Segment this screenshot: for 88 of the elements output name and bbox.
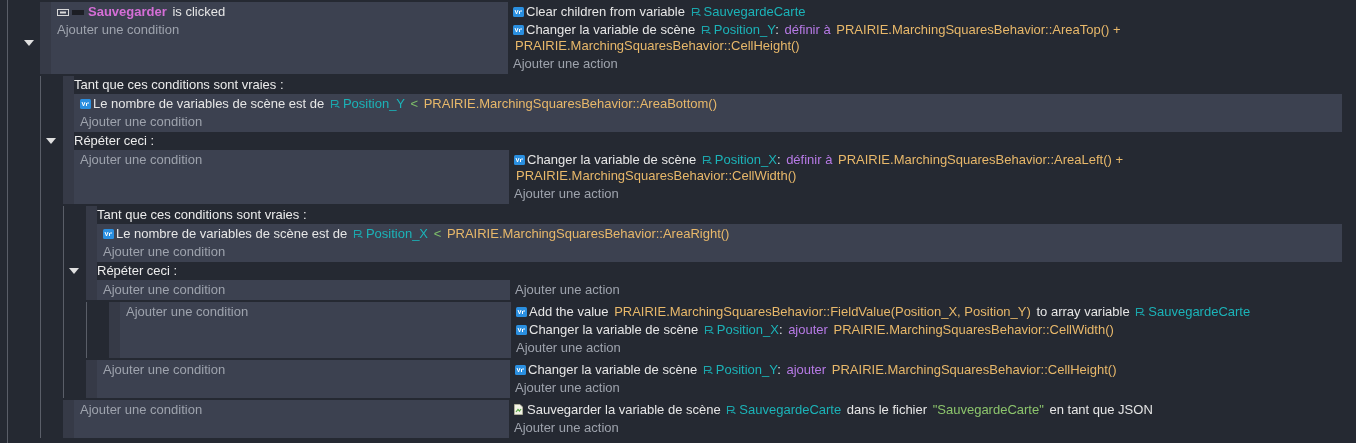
collapse-arrow-icon[interactable] [24, 40, 34, 46]
collapse-arrow-icon[interactable] [69, 268, 79, 274]
instruction-text: : [775, 22, 779, 37]
variable-reference-icon [352, 229, 363, 239]
variable-reference-icon [701, 155, 712, 165]
event-handle[interactable] [63, 400, 74, 438]
variable-name: Position_X [365, 226, 429, 241]
variable-reference-icon [703, 325, 714, 335]
variable-icon [516, 325, 527, 335]
add-link[interactable]: Ajouter une condition [57, 22, 180, 37]
variable-icon [515, 365, 526, 375]
variable-name: SauvegardeCarte [703, 4, 806, 19]
instruction-text: en tant que JSON [1049, 402, 1153, 417]
variable-name: Position_Y [342, 96, 405, 111]
add-link[interactable]: Ajouter une condition [126, 304, 249, 319]
instruction-text: Changer la variable de scène [528, 362, 698, 377]
instruction-text: Add the value [529, 304, 609, 319]
variable-reference-icon [1135, 307, 1146, 317]
add-link[interactable]: Ajouter une action [514, 186, 619, 201]
variable-icon [513, 7, 524, 17]
expression-text: PRAIRIE.MarchingSquaresBehavior::CellHeight() [831, 362, 1117, 377]
instruction-text: : [777, 362, 781, 377]
instruction-text: Le nombre de variables de scène est de [93, 96, 325, 111]
add-link[interactable]: Ajouter une action [516, 340, 621, 355]
repeat-header: Répéter ceci : [97, 263, 178, 278]
variable-icon [514, 155, 525, 165]
variable-reference-icon [690, 7, 701, 17]
instruction-text: Le nombre de variables de scène est de [116, 226, 348, 241]
file-icon [514, 404, 523, 415]
add-link[interactable]: Ajouter une condition [103, 282, 226, 297]
expression-text: PRAIRIE.MarchingSquaresBehavior::CellWidth() [833, 322, 1114, 337]
collapse-arrow-icon[interactable] [46, 138, 56, 144]
variable-reference-icon [700, 25, 711, 35]
add-link[interactable]: Ajouter une action [514, 420, 619, 435]
variable-name: SauvegardeCarte [739, 402, 842, 417]
operation-keyword: ajouter [788, 322, 828, 337]
add-link[interactable]: Ajouter une condition [80, 402, 203, 417]
variable-name: Position_X [714, 152, 777, 167]
instruction-text: : [778, 322, 783, 337]
instruction-text: dans le fichier [846, 402, 928, 417]
add-link[interactable]: Ajouter une condition [80, 114, 203, 129]
add-link[interactable]: Ajouter une condition [80, 152, 203, 167]
operation-keyword: ajouter [786, 362, 827, 377]
expression-text: PRAIRIE.MarchingSquaresBehavior::CellWidth() [516, 168, 797, 183]
variable-name: Position_X [716, 322, 779, 337]
variable-reference-icon [726, 405, 737, 415]
repeat-header: Répéter ceci : [74, 133, 155, 148]
instruction-text: Changer la variable de scène [529, 322, 699, 337]
variable-icon [513, 25, 524, 35]
instruction-text: Clear children from variable [526, 4, 685, 19]
variable-icon [103, 229, 114, 239]
operation-keyword: définir à [784, 22, 831, 37]
event-handle[interactable] [86, 360, 97, 398]
event-handle[interactable] [109, 302, 120, 358]
add-link[interactable]: Ajouter une condition [103, 244, 226, 259]
expression-text: PRAIRIE.MarchingSquaresBehavior::AreaTop() + [836, 22, 1121, 37]
expression-text: PRAIRIE.MarchingSquaresBehavior::FieldValue(Position_X, Position_Y) [614, 304, 1031, 319]
button-icon [57, 9, 69, 16]
string-value: "SauvegardeCarte" [932, 402, 1044, 417]
object-thumbnail [72, 10, 84, 15]
expression-text: PRAIRIE.MarchingSquaresBehavior::AreaBottom() [423, 96, 717, 111]
variable-icon [516, 307, 527, 317]
instruction-text: to array variable [1036, 304, 1130, 319]
instruction-text: : [776, 152, 781, 167]
event-handle[interactable] [86, 206, 97, 300]
while-header: Tant que ces conditions sont vraies : [97, 207, 307, 222]
instruction-text: Sauvegarder la variable de scène [527, 402, 721, 417]
comparison-operator: < [410, 96, 419, 111]
add-link[interactable]: Ajouter une action [513, 56, 618, 71]
add-link[interactable]: Ajouter une condition [103, 362, 226, 377]
instruction-text: Changer la variable de scène [526, 22, 696, 37]
variable-reference-icon [702, 365, 713, 375]
expression-text: PRAIRIE.MarchingSquaresBehavior::AreaLeft() + [838, 152, 1124, 167]
event-handle[interactable] [40, 2, 51, 74]
object-name: Sauvegarder [88, 4, 167, 19]
event-handle[interactable] [63, 76, 74, 204]
instruction-text: is clicked [172, 4, 226, 19]
while-header: Tant que ces conditions sont vraies : [74, 77, 284, 92]
comparison-operator: < [433, 226, 442, 241]
expression-text: PRAIRIE.MarchingSquaresBehavior::AreaRight() [446, 226, 730, 241]
operation-keyword: définir à [786, 152, 833, 167]
instruction-text: Changer la variable de scène [527, 152, 697, 167]
variable-icon [80, 99, 91, 109]
variable-name: SauvegardeCarte [1148, 304, 1251, 319]
expression-text: PRAIRIE.MarchingSquaresBehavior::CellHeight() [515, 38, 800, 53]
variable-reference-icon [329, 99, 340, 109]
add-link[interactable]: Ajouter une action [515, 282, 620, 297]
add-link[interactable]: Ajouter une action [515, 380, 620, 395]
